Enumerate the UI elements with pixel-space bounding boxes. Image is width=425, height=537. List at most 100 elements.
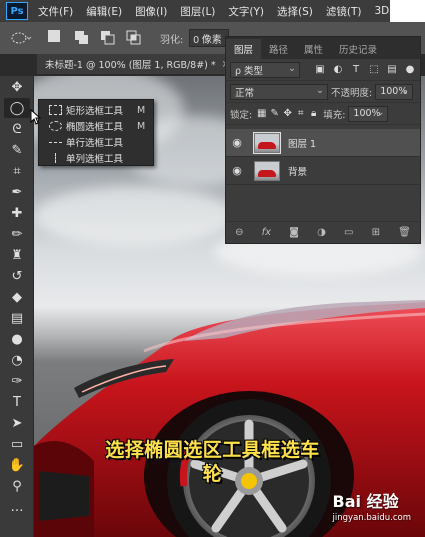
tab-paths[interactable]: 路径 (261, 39, 296, 59)
elliptical-marquee-icon[interactable]: ◯ (4, 98, 30, 118)
pen-icon[interactable]: ✑ (4, 371, 30, 391)
dodge-icon[interactable]: ◔ (4, 350, 30, 370)
crop-icon[interactable]: ⌗ (4, 161, 30, 181)
blend-mode-dropdown[interactable]: 正常 ⌄ (230, 83, 328, 100)
feather-label: 羽化: (160, 34, 184, 46)
opacity-label: 不透明度: (331, 87, 373, 99)
tab-layers[interactable]: 图层 (226, 39, 262, 59)
ellipse-marquee-icon (49, 121, 62, 131)
rectangle-icon[interactable]: ▭ (4, 434, 30, 454)
layer-row-background[interactable]: ◉ 背景 (226, 157, 420, 185)
healing-brush-icon[interactable]: ✚ (4, 203, 30, 223)
type-icon[interactable]: T (4, 392, 30, 412)
opacity-input[interactable]: 100% ⌄ (375, 83, 414, 100)
layer-name[interactable]: 图层 1 (288, 136, 316, 150)
eyedropper-icon[interactable]: ✒ (4, 182, 30, 202)
tab-history[interactable]: 历史记录 (331, 39, 385, 59)
tools-panel: ✥ ◯ ᘓ ✎ ⌗ ✒ ✚ ✏ ♜ ↺ ◆ ▤ ● ◔ ✑ T ➤ ▭ ✋ ⚲… (0, 76, 34, 537)
link-icon[interactable]: ⊖ (235, 227, 243, 238)
hand-icon[interactable]: ✋ (4, 455, 30, 475)
photoshop-logo: Ps (6, 2, 28, 20)
single-column-marquee-option[interactable]: 单列选框工具 (39, 150, 153, 166)
baidu-watermark: Bai 经验 jingyan.baidu.com (333, 488, 411, 523)
panel-tabs: 图层 路径 属性 历史记录 (226, 37, 420, 59)
tab-properties[interactable]: 属性 (296, 39, 331, 59)
filter-kind-dropdown[interactable]: ρ 类型 ⌄ (230, 61, 300, 78)
layer-thumbnail (253, 131, 281, 154)
lock-artboard-icon[interactable]: ⌗ (294, 108, 307, 119)
new-selection-icon[interactable] (48, 30, 64, 46)
gradient-icon[interactable]: ▤ (4, 308, 30, 328)
menu-filter[interactable]: 滤镜(T) (326, 4, 362, 19)
chevron-down-icon: ⌄ (376, 106, 385, 118)
chevron-down-icon: ⌄ (316, 84, 324, 96)
group-icon[interactable]: ▭ (344, 227, 353, 238)
intersect-selection-icon[interactable] (126, 30, 142, 46)
lock-all-icon[interactable]: 🔒︎ (307, 108, 320, 119)
adjustment-icon[interactable]: ◑ (317, 227, 326, 238)
menu-image[interactable]: 图像(I) (135, 4, 167, 19)
layers-panel-footer: ⊖ fx ◙ ◑ ▭ ⊞ 🗑︎ (226, 221, 420, 243)
rect-marquee-icon (49, 105, 62, 115)
layers-panel: 图层 路径 属性 历史记录 ρ 类型 ⌄ ▣ ◐ T ⬚ ▤ ● 正常 ⌄ 不透明度… (225, 36, 421, 244)
smart-object-filter-icon[interactable]: ▤ (384, 64, 400, 75)
video-subtitle: 选择椭圆选区工具框选车 轮 (40, 438, 385, 486)
zoom-icon[interactable]: ⚲ (4, 476, 30, 496)
eye-icon[interactable]: ◉ (226, 164, 248, 177)
fill-input[interactable]: 100% ⌄ (348, 105, 389, 122)
menu-edit[interactable]: 编辑(E) (86, 4, 122, 19)
rect-marquee-option[interactable]: 矩形选框工具 M (39, 102, 153, 118)
quick-select-icon[interactable]: ✎ (4, 140, 30, 160)
lock-position-icon[interactable]: ✥ (281, 108, 294, 119)
layer-filter-row: ρ 类型 ⌄ ▣ ◐ T ⬚ ▤ ● (226, 59, 420, 81)
history-brush-icon[interactable]: ↺ (4, 266, 30, 286)
clone-stamp-icon[interactable]: ♜ (4, 245, 30, 265)
pixel-filter-icon[interactable]: ▣ (312, 64, 328, 75)
document-tab[interactable]: 未标题-1 @ 100% (图层 1, RGB/8#) * × (37, 54, 230, 76)
single-column-marquee-icon (55, 153, 56, 163)
eraser-icon[interactable]: ◆ (4, 287, 30, 307)
filter-toggle-icon[interactable]: ● (402, 64, 418, 75)
menu-3d[interactable]: 3D (374, 5, 389, 17)
watermark-brand: Bai 经验 (332, 492, 399, 511)
lasso-icon[interactable]: ᘓ (4, 119, 30, 139)
blend-row: 正常 ⌄ 不透明度: 100% ⌄ (226, 81, 420, 103)
mask-icon[interactable]: ◙ (289, 227, 299, 238)
marquee-preset-icon[interactable] (10, 30, 32, 46)
layer-name[interactable]: 背景 (288, 164, 307, 178)
shape-filter-icon[interactable]: ⬚ (366, 64, 382, 75)
mouse-cursor-icon (30, 109, 42, 125)
layer-row-layer1[interactable]: ◉ 图层 1 (226, 129, 420, 157)
feather-input[interactable] (189, 29, 230, 47)
lock-pixels-icon[interactable]: ✎ (268, 108, 281, 119)
eye-icon[interactable]: ◉ (226, 136, 248, 149)
brush-icon[interactable]: ✏ (4, 224, 30, 244)
more-tools-icon[interactable]: … (4, 497, 30, 517)
subtitle-line: 轮 (202, 463, 223, 485)
fx-icon[interactable]: fx (262, 227, 271, 238)
move-icon[interactable]: ✥ (4, 77, 30, 97)
chevron-down-icon: ⌄ (401, 84, 410, 96)
menu-layer[interactable]: 图层(L) (180, 4, 215, 19)
add-to-selection-icon[interactable] (74, 30, 90, 46)
subtitle-line: 选择椭圆选区工具框选车 (105, 439, 320, 461)
lock-transparency-icon[interactable]: ▦ (255, 108, 268, 119)
delete-icon[interactable]: 🗑︎ (398, 227, 411, 238)
path-select-icon[interactable]: ➤ (4, 413, 30, 433)
type-filter-icon[interactable]: T (348, 64, 364, 75)
menu-select[interactable]: 选择(S) (277, 4, 313, 19)
layer-thumbnail (254, 160, 280, 181)
subtract-selection-icon[interactable] (100, 30, 116, 46)
adjustment-filter-icon[interactable]: ◐ (330, 64, 346, 75)
new-layer-icon[interactable]: ⊞ (372, 227, 380, 238)
lock-label: 锁定: (230, 109, 253, 121)
blur-icon[interactable]: ● (4, 329, 30, 349)
menu-file[interactable]: 文件(F) (38, 4, 73, 19)
chevron-down-icon: ⌄ (288, 62, 296, 74)
menu-type[interactable]: 文字(Y) (228, 4, 264, 19)
single-row-marquee-option[interactable]: 单行选框工具 (39, 134, 153, 150)
lock-row: 锁定: ▦ ✎ ✥ ⌗ 🔒︎ 填充: 100% ⌄ (226, 103, 420, 125)
document-title: 未标题-1 @ 100% (图层 1, RGB/8#) * (45, 60, 216, 71)
single-row-marquee-icon (49, 141, 62, 143)
ellipse-marquee-option[interactable]: 椭圆选框工具 M (39, 118, 153, 134)
